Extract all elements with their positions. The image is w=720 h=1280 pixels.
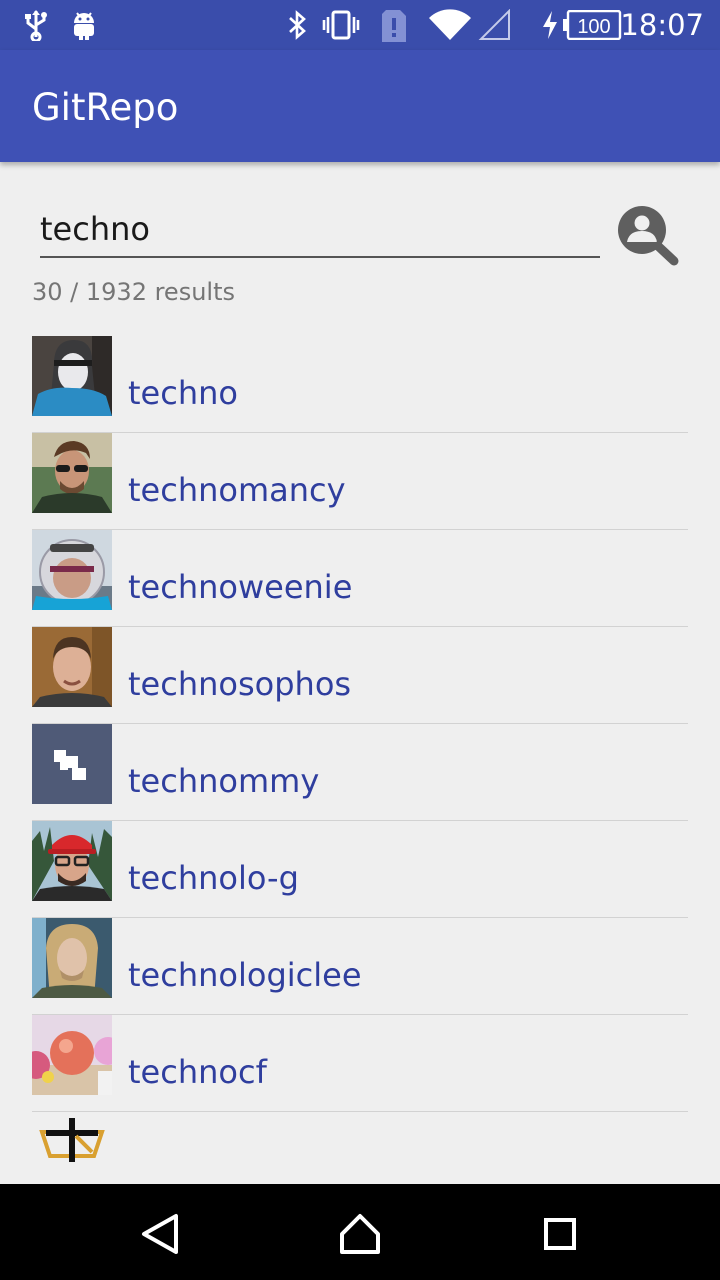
search-field [40, 200, 600, 258]
avatar [32, 336, 112, 416]
home-icon [320, 1214, 400, 1267]
vibrate-icon [322, 9, 360, 45]
user-login[interactable]: technosophos [128, 665, 351, 703]
avatar [32, 1112, 112, 1184]
user-login[interactable]: technolo-g [128, 859, 299, 897]
list-item[interactable]: technosophos [32, 627, 688, 724]
app-bar: GitRepo [0, 50, 720, 162]
user-login[interactable]: technomancy [128, 471, 346, 509]
battery-icon: 100 [562, 9, 622, 44]
avatar [32, 918, 112, 998]
home-button[interactable] [320, 1204, 400, 1264]
results-count: 30 / 1932 results [32, 278, 235, 306]
back-button[interactable] [120, 1204, 200, 1264]
avatar [32, 1015, 112, 1095]
user-login[interactable]: technoweenie [128, 568, 352, 606]
list-item[interactable] [32, 1112, 688, 1184]
search-button[interactable] [612, 200, 684, 272]
search-input[interactable] [40, 206, 596, 252]
charging-icon [540, 9, 560, 45]
avatar [32, 724, 112, 804]
recents-button[interactable] [520, 1204, 600, 1264]
navigation-bar [0, 1184, 720, 1280]
back-icon [120, 1214, 200, 1267]
search-user-icon [612, 206, 684, 275]
android-icon [70, 9, 98, 45]
app-title: GitRepo [32, 86, 179, 129]
list-item[interactable]: technommy [32, 724, 688, 821]
user-login[interactable]: technocf [128, 1053, 267, 1091]
battery-level: 100 [577, 16, 610, 38]
user-login[interactable]: techno [128, 374, 238, 412]
status-time: 18:07 [620, 8, 704, 42]
list-item[interactable]: technolo-g [32, 821, 688, 918]
sim-alert-icon [380, 9, 408, 47]
list-item[interactable]: technoweenie [32, 530, 688, 627]
list-item[interactable]: techno [32, 336, 688, 433]
list-item[interactable]: technologiclee [32, 918, 688, 1015]
cell-signal-icon [478, 8, 512, 45]
avatar [32, 821, 112, 901]
bluetooth-icon [287, 9, 309, 45]
user-login[interactable]: technommy [128, 762, 319, 800]
user-login[interactable]: technologiclee [128, 956, 362, 994]
status-bar: 100 18:07 [0, 0, 720, 50]
avatar [32, 433, 112, 513]
result-list: techno technomancy technoweenie technoso… [32, 336, 688, 1184]
avatar [32, 530, 112, 610]
usb-icon [22, 9, 50, 45]
list-item[interactable]: technomancy [32, 433, 688, 530]
wifi-icon [428, 9, 472, 45]
avatar [32, 627, 112, 707]
list-item[interactable]: technocf [32, 1015, 688, 1112]
recents-icon [520, 1218, 600, 1267]
